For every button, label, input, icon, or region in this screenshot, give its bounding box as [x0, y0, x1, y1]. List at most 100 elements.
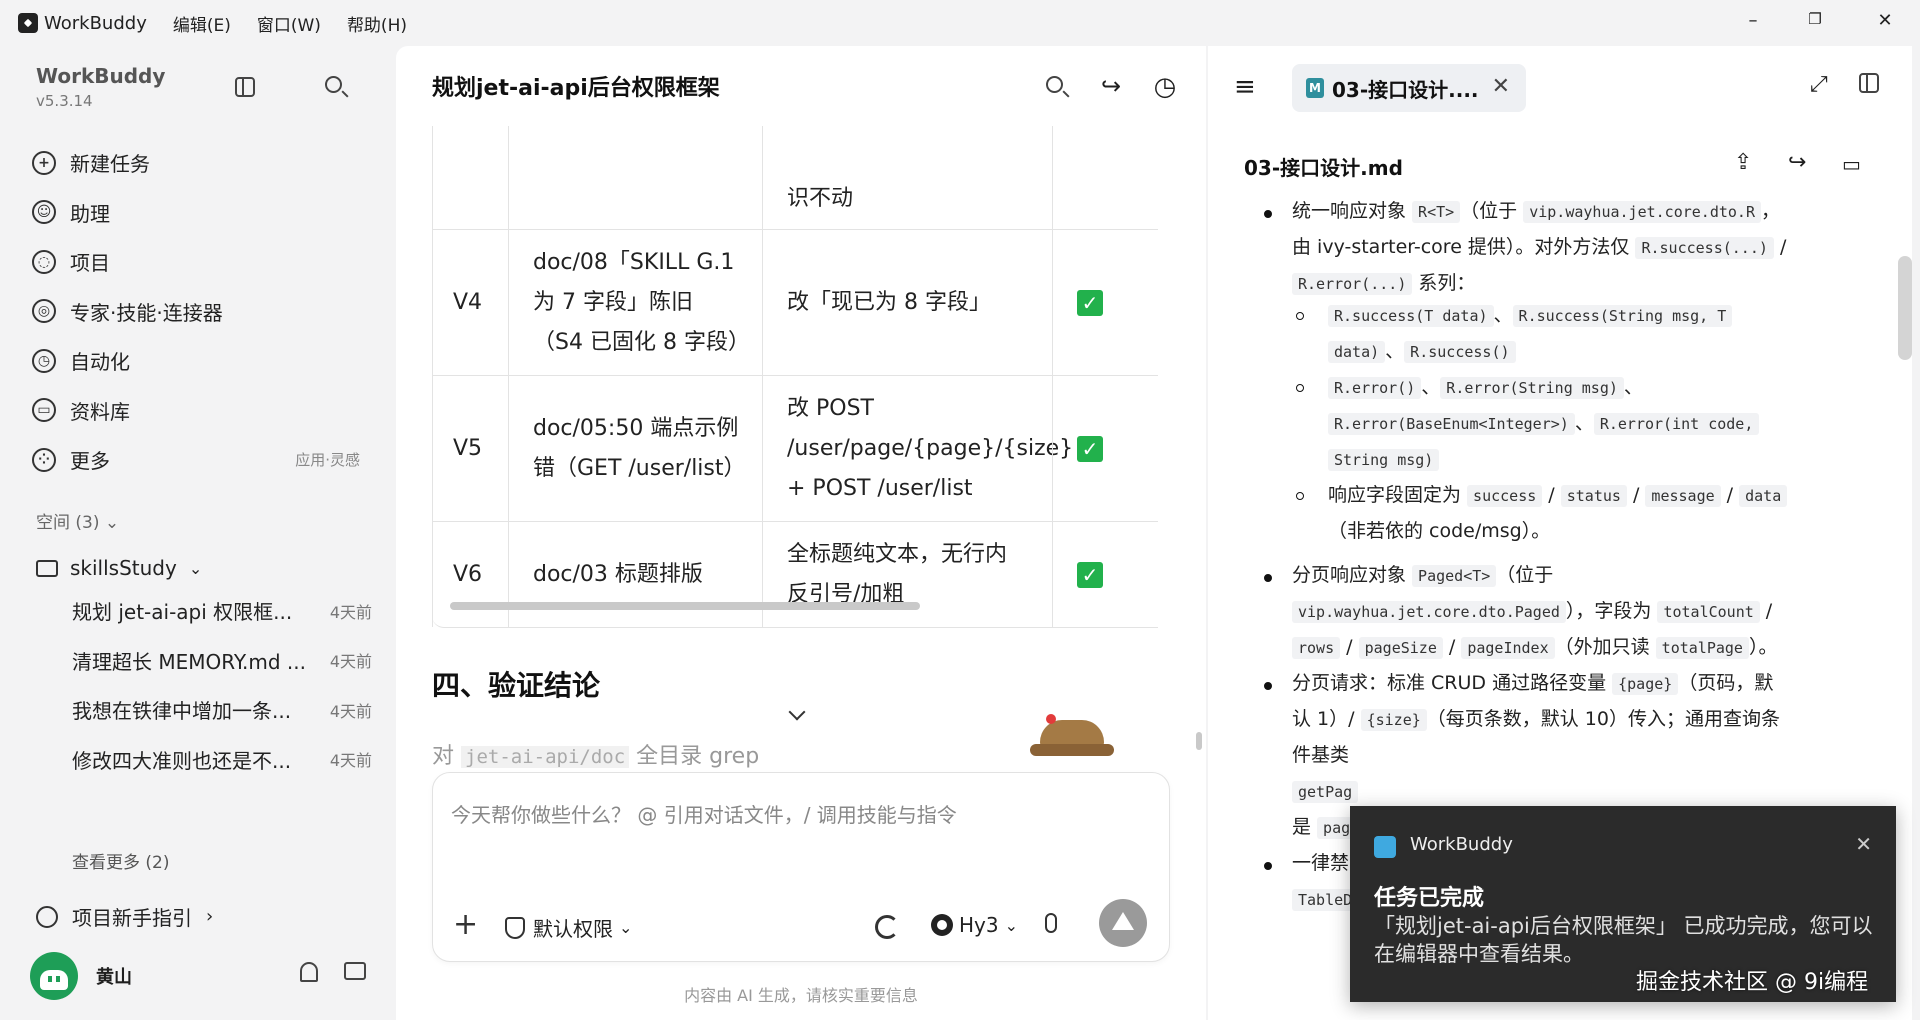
table-cell [1052, 126, 1158, 229]
bullet-icon [1264, 862, 1272, 870]
bell-icon[interactable] [300, 962, 318, 982]
status-cell: ✓ [1052, 376, 1158, 521]
nav-assistant[interactable]: ☺ 助理 [32, 188, 372, 238]
avatar[interactable] [30, 952, 78, 1000]
project-folder[interactable]: skillsStudy ⌄ [36, 556, 202, 580]
version-label: v5.3.14 [36, 92, 93, 110]
microphone-icon[interactable] [1045, 913, 1057, 933]
task-list: 规划 jet-ai-api 权限框... 4天前 清理超长 MEMORY.md .… [72, 586, 372, 784]
table-horizontal-scrollbar[interactable] [450, 602, 920, 610]
inline-code: vip.wayhua.jet.core.dto.Paged [1292, 601, 1566, 623]
nav-label: 助理 [70, 201, 110, 226]
issue-cell: doc/05:50 端点示例 错（GET /user/list） [508, 376, 762, 521]
doc-line: 一律禁 [1292, 848, 1349, 878]
chat-input-placeholder[interactable]: 今天帮你做些什么？ @ 引用对话文件，/ 调用技能与指令 [451, 799, 957, 828]
inline-code: R.error() [1328, 377, 1422, 399]
inline-code: pageSize [1358, 637, 1443, 659]
section-heading: 四、验证结论 [432, 669, 601, 702]
issue-line: doc/03 标题排版 [533, 561, 703, 587]
search-button[interactable] [321, 72, 351, 102]
menu-window[interactable]: 窗口(W) [257, 11, 321, 36]
model-dropdown[interactable]: Hy3 ⌄ [931, 913, 1018, 937]
inline-code: R.success() [1404, 341, 1516, 363]
see-more-link[interactable]: 查看更多 (2) [72, 848, 169, 873]
text: （外加只读 [1554, 636, 1656, 658]
row-id-cell: V4 [432, 230, 508, 375]
spaces-toggle[interactable]: 空间 (3) ⌄ [36, 508, 119, 533]
text: 分页请求：标准 CRUD 通过路径变量 [1292, 672, 1613, 694]
nav-projects[interactable]: ◌ 项目 [32, 237, 372, 287]
row-id: V6 [453, 561, 483, 587]
history-icon[interactable]: ◷ [1150, 72, 1180, 102]
inline-code: TableD [1292, 889, 1359, 911]
send-button[interactable] [1099, 899, 1147, 947]
toast-close-icon[interactable]: ✕ [1855, 832, 1872, 856]
share-icon[interactable]: ↪ [1788, 150, 1806, 175]
menu-help[interactable]: 帮助(H) [347, 11, 407, 36]
split-view-button[interactable] [1854, 68, 1884, 98]
faded-suffix: 全目录 grep [629, 744, 760, 769]
inline-code: Paged<T> [1412, 565, 1497, 587]
task-item[interactable]: 清理超长 MEMORY.md ... 4天前 [72, 636, 372, 686]
app-name: WorkBuddy [44, 12, 147, 34]
ai-disclaimer: 内容由 AI 生成，请核实重要信息 [684, 986, 918, 1005]
issue-cell: doc/03 标题排版 [508, 522, 762, 627]
project-guide-link[interactable]: 项目新手指引 › [36, 902, 213, 931]
text: 是 [1292, 816, 1318, 838]
nav-library[interactable]: ▭ 资料库 [32, 386, 372, 436]
chat-input-box[interactable]: 今天帮你做些什么？ @ 引用对话文件，/ 调用技能与指令 + 默认权限 ⌄ Hy3… [432, 772, 1170, 962]
task-item[interactable]: 修改四大准则也还是不... 4天前 [72, 735, 372, 785]
bullet-icon [1264, 574, 1272, 582]
add-attachment-button[interactable]: + [453, 907, 478, 942]
tab-doc[interactable]: M 03-接口设计.... ✕ [1292, 64, 1526, 112]
folder-icon[interactable]: ▭ [1842, 152, 1861, 176]
toggle-sidebar-button[interactable] [230, 72, 260, 102]
task-title: 规划 jet-ai-api 权限框... [72, 600, 293, 625]
doc-line: 件基类 [1292, 740, 1349, 770]
nav-more[interactable]: ⁘ 更多 应用·灵感 [32, 435, 372, 485]
nav-label: 专家·技能·连接器 [70, 300, 223, 325]
fix-line: + POST /user/list [787, 475, 973, 501]
doc-file-name: 03-接口设计.md [1244, 156, 1403, 180]
text: 统一响应对象 [1292, 200, 1413, 222]
inline-code: R.error(int code, [1593, 413, 1760, 435]
fix-line: 改「现已为 8 字段」 [787, 289, 991, 315]
nav-automation[interactable]: ◷ 自动化 [32, 336, 372, 386]
doc-line: 认 1）/ {size} （每页条数，默认 10）传入；通用查询条 [1292, 704, 1780, 735]
text: （位于 [1496, 564, 1554, 586]
expand-icon[interactable]: ⤢ [1810, 72, 1828, 97]
scroll-down-icon[interactable] [788, 703, 806, 721]
row-id-cell: V6 [432, 522, 508, 627]
text: （位于 [1460, 200, 1524, 222]
nav-new-task[interactable]: + 新建任务 [32, 138, 372, 188]
tab-close-icon[interactable]: ✕ [1492, 74, 1510, 99]
share-icon[interactable]: ↪ [1096, 72, 1126, 102]
minimize-button[interactable]: – [1738, 10, 1768, 31]
table-cell: 识不动 [762, 126, 1052, 229]
devices-icon[interactable] [344, 962, 366, 980]
doc-line: （非若依的 code/msg）。 [1328, 516, 1550, 546]
markdown-file-icon: M [1306, 78, 1324, 98]
chat-search-button[interactable] [1042, 72, 1072, 102]
fix-cell: 全标题纯文本，无行内 反引号/加粗 [762, 522, 1052, 627]
chat-vertical-scrollbar[interactable] [1196, 732, 1202, 750]
inline-code: pageIndex [1461, 637, 1555, 659]
permission-dropdown[interactable]: 默认权限 ⌄ [505, 913, 632, 942]
doc-vertical-scrollbar[interactable] [1898, 256, 1912, 360]
chat-panel: 规划jet-ai-api后台权限框架 ↪ ◷ 识不动 V4 doc/08「SKI… [396, 46, 1206, 1020]
chevron-down-icon: ⌄ [104, 513, 120, 533]
restore-button[interactable]: ❐ [1800, 10, 1830, 28]
menu-icon[interactable]: ≡ [1234, 72, 1256, 102]
task-item[interactable]: 我想在铁律中增加一条... 4天前 [72, 685, 372, 735]
text: 、 [1574, 412, 1594, 434]
menu-edit[interactable]: 编辑(E) [173, 11, 231, 36]
window-close-button[interactable]: ✕ [1870, 10, 1900, 31]
sidebar-nav: + 新建任务 ☺ 助理 ◌ 项目 ◎ 专家·技能·连接器 ◷ 自动化 ▭ 资料库 ⁘ 更多 应用… [32, 138, 372, 485]
task-item[interactable]: 规划 jet-ai-api 权限框... 4天前 [72, 586, 372, 636]
text: / [1442, 636, 1462, 658]
row-id: V5 [453, 435, 483, 461]
nav-experts[interactable]: ◎ 专家·技能·连接器 [32, 287, 372, 337]
upload-icon[interactable]: ⇪ [1734, 150, 1752, 175]
inline-code: status [1560, 485, 1627, 507]
table-row: 识不动 [432, 126, 1158, 230]
